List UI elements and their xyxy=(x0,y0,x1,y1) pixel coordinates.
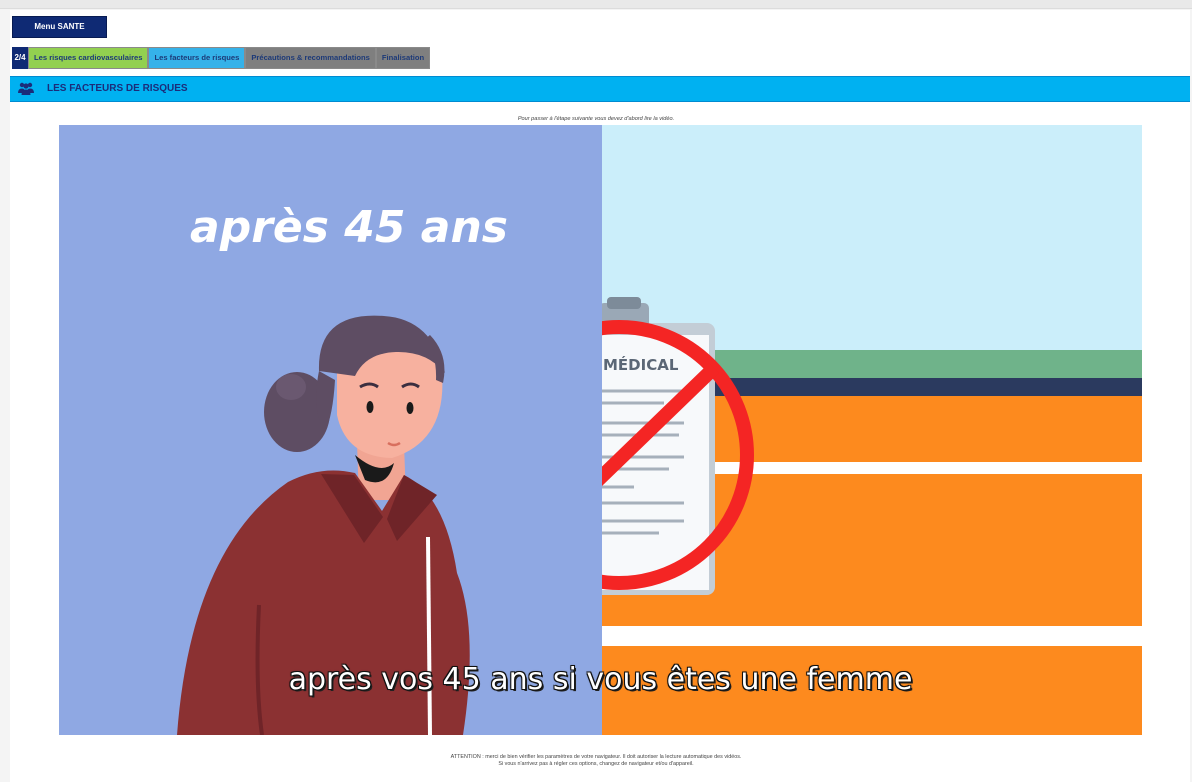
tab-finalisation[interactable]: Finalisation xyxy=(375,47,431,69)
step-counter: 2/4 xyxy=(12,47,28,69)
tab-facteurs-de-risques[interactable]: Les facteurs de risques xyxy=(148,47,246,69)
autoplay-warning-line2: Si vous n'arrivez pas à régler ces optio… xyxy=(498,761,694,767)
group-icon xyxy=(18,82,34,95)
menu-sante-button[interactable]: Menu SANTE xyxy=(12,16,107,38)
steps-tabs: 2/4 Les risques cardiovasculaires Les fa… xyxy=(12,47,431,69)
svg-text:MÉDICAL: MÉDICAL xyxy=(603,355,679,374)
tab-precautions-recommandations[interactable]: Précautions & recommandations xyxy=(245,47,376,69)
video-subtitle: après vos 45 ans si vous êtes une femme xyxy=(288,662,913,697)
browser-top-strip xyxy=(0,0,1192,9)
video-required-notice: Pour passer à l'étape suivante vous deve… xyxy=(517,116,675,122)
autoplay-warning-line1: ATTENTION : merci de bien vérifier les p… xyxy=(450,754,742,760)
section-title: LES FACTEURS DE RISQUES xyxy=(47,83,188,94)
tab-risques-cardiovasculaires[interactable]: Les risques cardiovasculaires xyxy=(28,47,149,69)
video-heading: après 45 ans xyxy=(190,202,508,253)
video-frame: MÉDICAL après 45 ans xyxy=(59,125,1142,735)
section-header: LES FACTEURS DE RISQUES xyxy=(10,76,1190,102)
autoplay-warning: ATTENTION : merci de bien vérifier les p… xyxy=(0,754,1192,768)
video-player[interactable]: MÉDICAL après 45 ans après vos 45 ans si… xyxy=(59,125,1142,735)
